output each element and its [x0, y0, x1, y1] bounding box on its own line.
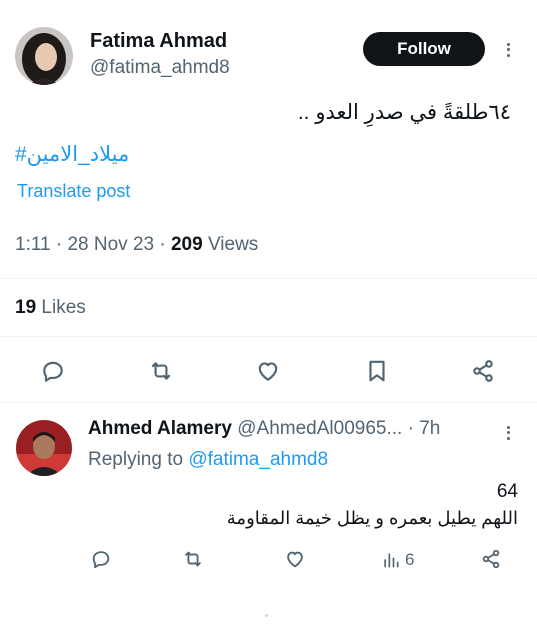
reply-text-line1: 64 [496, 481, 518, 502]
views-count: 209 [170, 234, 203, 255]
author-handle[interactable]: @fatima_ahmd8 [90, 57, 230, 79]
replying-to-label: Replying to [88, 449, 184, 470]
likes-count: 19 [15, 297, 37, 318]
divider [0, 402, 537, 403]
follow-button[interactable]: Follow [363, 32, 485, 66]
reply-more-options-icon[interactable] [507, 423, 511, 442]
separator: · [159, 234, 166, 255]
translate-post-link[interactable]: Translate post [17, 181, 130, 202]
reply-views-count: 6 [405, 550, 415, 569]
hashtag-link[interactable]: ميلاد_الامين# [15, 142, 129, 167]
reply-views-stat[interactable]: 6 [381, 548, 414, 572]
author-name[interactable]: Fatima Ahmad [90, 30, 227, 53]
bookmark-icon[interactable] [362, 356, 392, 386]
reply-author-handle[interactable]: @AhmedAl00965... [237, 418, 402, 439]
divider [0, 336, 537, 337]
reply-text-line2: اللهم يطيل بعمره و يظل خيمة المقاومة [226, 508, 518, 528]
share-icon[interactable] [468, 356, 498, 386]
reply-author-name[interactable]: Ahmed Alamery [88, 418, 232, 439]
reply-author-avatar[interactable] [16, 420, 72, 476]
post-date[interactable]: 28 Nov 23 [67, 234, 154, 255]
likes-label: Likes [41, 297, 86, 318]
reply-share-icon[interactable] [478, 546, 504, 572]
reply-icon[interactable] [38, 356, 68, 386]
like-icon[interactable] [253, 356, 283, 386]
views-icon [381, 550, 401, 570]
loading-indicator [265, 614, 268, 617]
reply-repost-icon[interactable] [180, 546, 206, 572]
more-options-icon[interactable] [507, 40, 511, 59]
reply-reply-icon[interactable] [88, 546, 114, 572]
replying-to: Replying to @fatima_ahmd8 [88, 449, 328, 471]
post-text: ٦٤طلقةً في صدرِ العدو .. [297, 101, 511, 124]
reply-like-icon[interactable] [282, 546, 308, 572]
reply-timestamp[interactable]: · 7h [408, 418, 441, 439]
post-meta: 1:11 · 28 Nov 23 · 209 Views [15, 234, 258, 256]
views-label: Views [207, 234, 259, 255]
divider [0, 278, 537, 279]
post-time[interactable]: 1:11 [15, 234, 51, 255]
replying-to-handle[interactable]: @fatima_ahmd8 [188, 449, 328, 470]
reply-header: Ahmed Alamery @AhmedAl00965... · 7h [88, 418, 440, 440]
author-avatar[interactable] [15, 27, 73, 85]
repost-icon[interactable] [146, 356, 176, 386]
likes-stat[interactable]: 19 Likes [15, 297, 86, 319]
separator: · [55, 234, 63, 255]
